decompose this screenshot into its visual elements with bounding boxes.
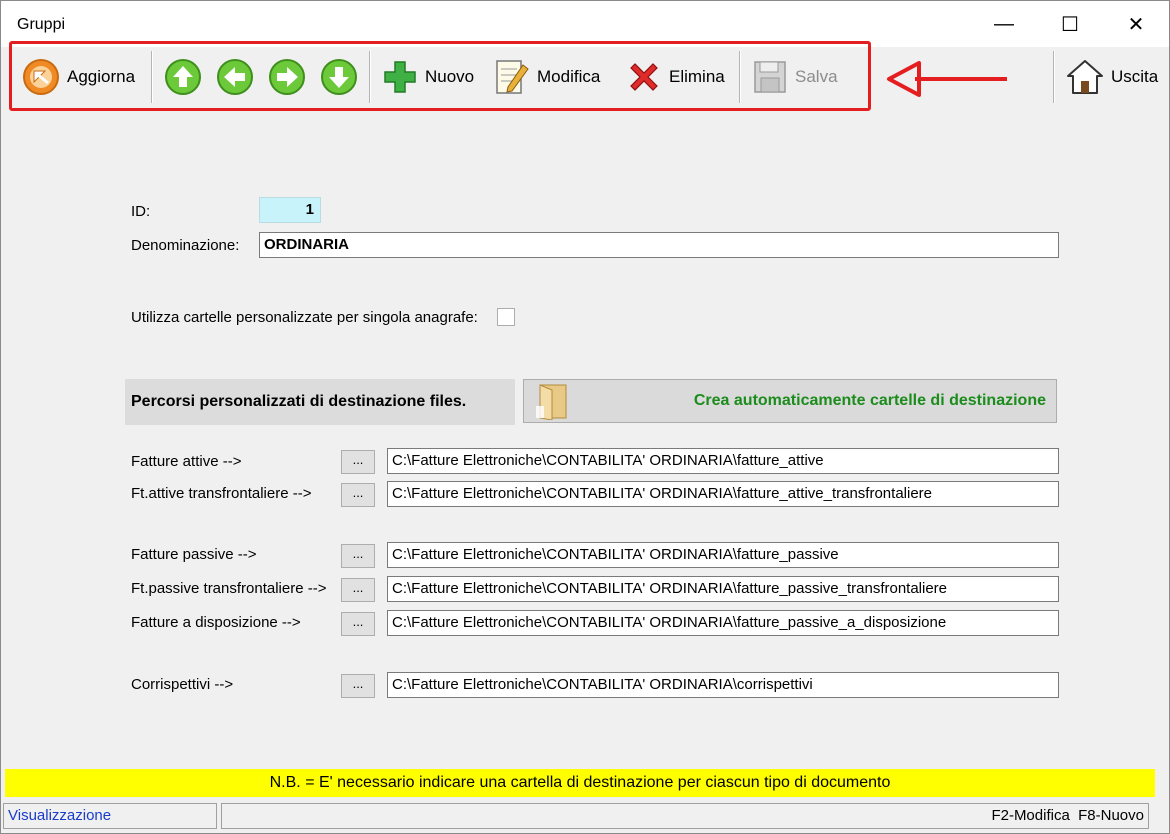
gruppi-window: Gruppi — ☐ ✕ Aggiorna Nuovo Modifica Eli… bbox=[0, 0, 1170, 834]
ft-attive-transfrontaliere-label: Ft.attive transfrontaliere --> bbox=[131, 485, 312, 502]
ft-passive-transfrontaliere-path[interactable]: C:\Fatture Elettroniche\CONTABILITA' ORD… bbox=[387, 576, 1059, 602]
ft-passive-transfrontaliere-label: Ft.passive transfrontaliere --> bbox=[131, 580, 327, 597]
window-title: Gruppi bbox=[17, 16, 66, 33]
crea-cartelle-button[interactable]: Crea automaticamente cartelle di destina… bbox=[523, 379, 1057, 423]
note-banner: N.B. = E' necessario indicare una cartel… bbox=[5, 769, 1155, 797]
crea-cartelle-label: Crea automaticamente cartelle di destina… bbox=[693, 392, 1046, 409]
maximize-button[interactable]: ☐ bbox=[1037, 1, 1103, 47]
fatture-attive-label: Fatture attive --> bbox=[131, 453, 242, 470]
fatture-passive-path[interactable]: C:\Fatture Elettroniche\CONTABILITA' ORD… bbox=[387, 542, 1059, 568]
denominazione-input[interactable]: ORDINARIA bbox=[259, 232, 1059, 258]
id-field[interactable]: 1 bbox=[259, 197, 321, 223]
uscita-label: Uscita bbox=[1111, 67, 1159, 86]
browse-ft-passive-transfrontaliere-button[interactable]: ... bbox=[341, 578, 375, 602]
cartelle-personalizzate-checkbox[interactable] bbox=[497, 308, 515, 326]
denominazione-label: Denominazione: bbox=[131, 237, 240, 254]
status-mode: Visualizzazione bbox=[3, 803, 217, 829]
red-arrow-annotation bbox=[887, 61, 1007, 97]
browse-ft-attive-transfrontaliere-button[interactable]: ... bbox=[341, 483, 375, 507]
home-icon bbox=[1067, 60, 1103, 94]
minimize-button[interactable]: — bbox=[971, 1, 1037, 47]
toolbar-separator bbox=[1053, 51, 1055, 103]
close-button[interactable]: ✕ bbox=[1103, 1, 1169, 47]
percorsi-heading: Percorsi personalizzati di destinazione … bbox=[125, 379, 515, 425]
fatture-attive-path[interactable]: C:\Fatture Elettroniche\CONTABILITA' ORD… bbox=[387, 448, 1059, 474]
browse-fatture-passive-button[interactable]: ... bbox=[341, 544, 375, 568]
uscita-button[interactable]: Uscita bbox=[1065, 53, 1158, 101]
id-label: ID: bbox=[131, 203, 151, 220]
cartelle-personalizzate-label: Utilizza cartelle personalizzate per sin… bbox=[131, 309, 478, 326]
browse-corrispettivi-button[interactable]: ... bbox=[341, 674, 375, 698]
ft-attive-transfrontaliere-path[interactable]: C:\Fatture Elettroniche\CONTABILITA' ORD… bbox=[387, 481, 1059, 507]
browse-fatture-a-disposizione-button[interactable]: ... bbox=[341, 612, 375, 636]
corrispettivi-label: Corrispettivi --> bbox=[131, 676, 234, 693]
fatture-passive-label: Fatture passive --> bbox=[131, 546, 257, 563]
status-shortcuts: F2-Modifica F8-Nuovo bbox=[221, 803, 1149, 829]
corrispettivi-path[interactable]: C:\Fatture Elettroniche\CONTABILITA' ORD… bbox=[387, 672, 1059, 698]
status-bar: Visualizzazione F2-Modifica F8-Nuovo bbox=[1, 801, 1169, 833]
folder-icon bbox=[536, 384, 567, 420]
fatture-a-disposizione-label: Fatture a disposizione --> bbox=[131, 614, 301, 631]
toolbar-highlight-box bbox=[9, 41, 871, 111]
browse-fatture-attive-button[interactable]: ... bbox=[341, 450, 375, 474]
fatture-a-disposizione-path[interactable]: C:\Fatture Elettroniche\CONTABILITA' ORD… bbox=[387, 610, 1059, 636]
